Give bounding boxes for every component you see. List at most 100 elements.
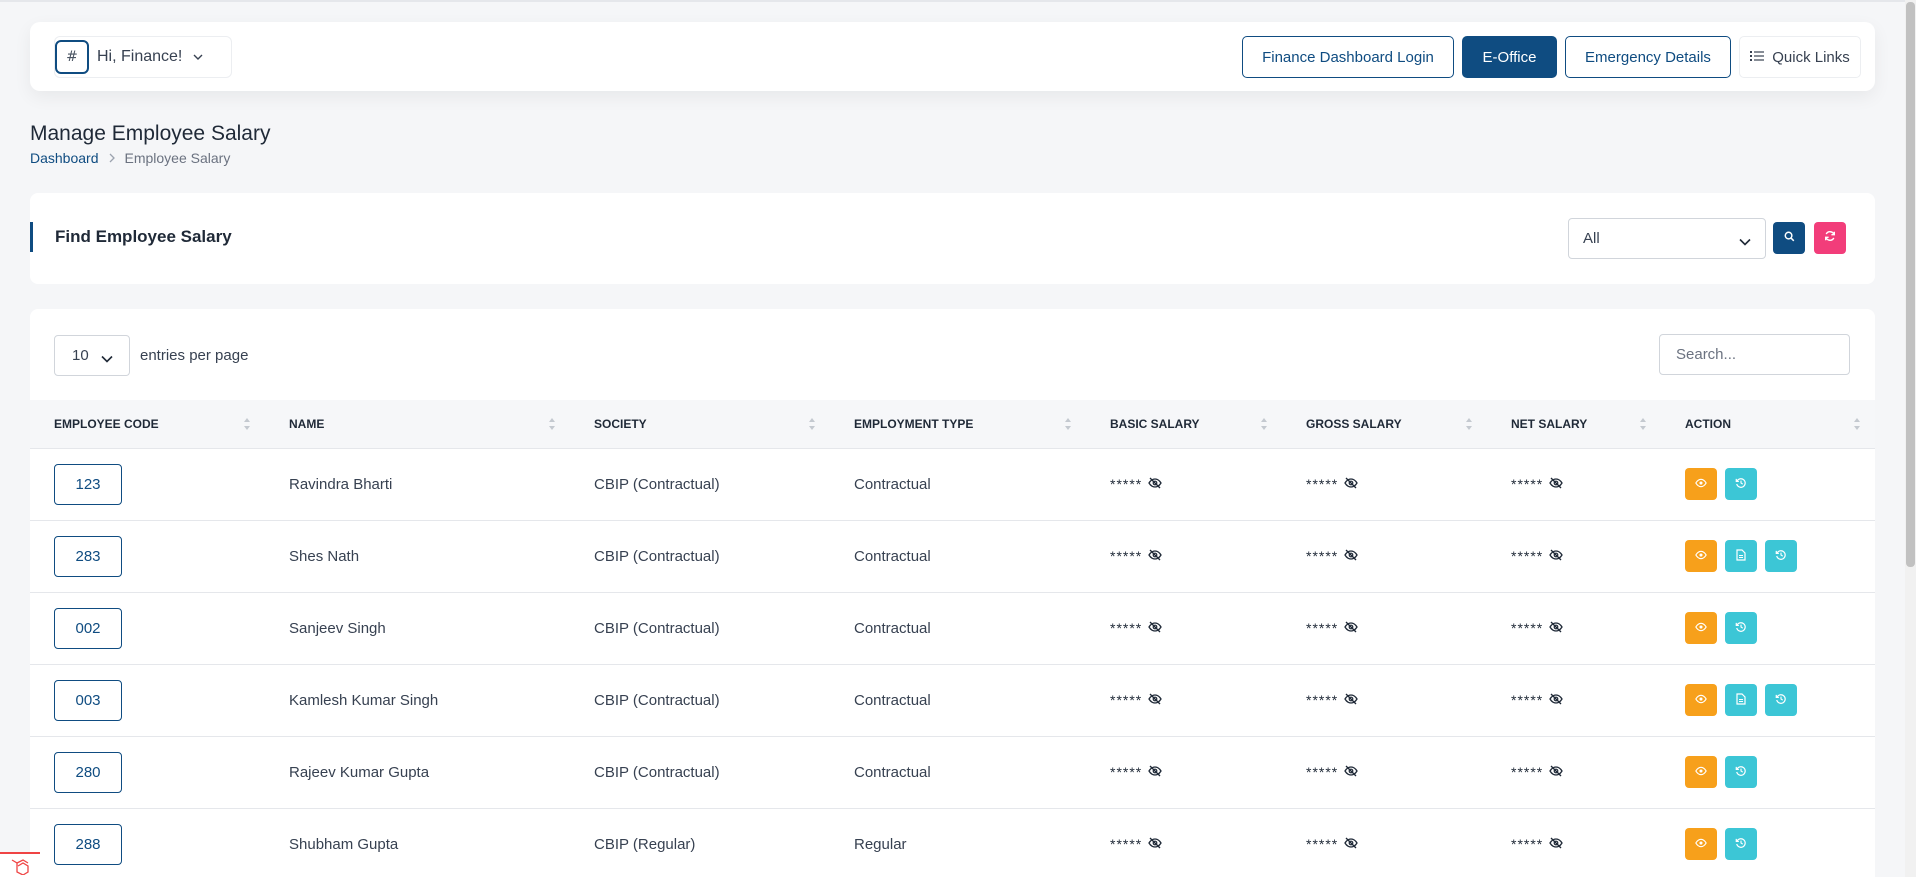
scrollbar-thumb[interactable] <box>1906 2 1915 567</box>
sort-icon <box>243 417 251 431</box>
cell-employment-type: Contractual <box>854 691 931 709</box>
gross-salary-masked[interactable]: ***** <box>1306 476 1359 492</box>
cell-actions <box>1661 736 1875 808</box>
eye-off-icon[interactable] <box>1549 620 1564 636</box>
salary-table: Employee Code Name Society Employment Ty… <box>30 400 1875 877</box>
eye-off-icon[interactable] <box>1148 548 1163 564</box>
eye-off-icon[interactable] <box>1148 476 1163 492</box>
column-header-employee-code[interactable]: Employee Code <box>30 400 265 449</box>
quick-links-button[interactable]: Quick Links <box>1739 36 1861 78</box>
basic-salary-masked[interactable]: ***** <box>1110 764 1163 780</box>
view-button[interactable] <box>1685 540 1717 572</box>
basic-salary-masked[interactable]: ***** <box>1110 836 1163 852</box>
gross-salary-masked[interactable]: ***** <box>1306 548 1359 564</box>
cell-employee-code: 283 <box>30 520 265 592</box>
user-menu[interactable]: # Hi, Finance! <box>54 36 232 78</box>
eye-off-icon[interactable] <box>1549 476 1564 492</box>
basic-salary-masked[interactable]: ***** <box>1110 476 1163 492</box>
employee-code-button[interactable]: 288 <box>54 823 122 865</box>
cell-employee-code: 280 <box>30 736 265 808</box>
basic-salary-masked[interactable]: ***** <box>1110 692 1163 708</box>
net-salary-masked[interactable]: ***** <box>1511 764 1564 780</box>
net-salary-masked[interactable]: ***** <box>1511 692 1564 708</box>
gross-salary-masked[interactable]: ***** <box>1306 620 1359 636</box>
eye-off-icon[interactable] <box>1344 476 1359 492</box>
gross-salary-masked[interactable]: ***** <box>1306 764 1359 780</box>
finance-dashboard-login-button[interactable]: Finance Dashboard Login <box>1242 36 1454 78</box>
eye-icon <box>1695 836 1707 853</box>
view-button[interactable] <box>1685 684 1717 716</box>
basic-salary-masked[interactable]: ***** <box>1110 620 1163 636</box>
cell-actions <box>1661 448 1875 520</box>
document-button[interactable] <box>1725 684 1757 716</box>
basic-salary-masked[interactable]: ***** <box>1110 548 1163 564</box>
gross-salary-masked[interactable]: ***** <box>1306 836 1359 852</box>
eye-off-icon[interactable] <box>1549 692 1564 708</box>
entries-per-page-select[interactable]: 10 <box>54 335 130 376</box>
column-header-gross-salary[interactable]: Gross Salary <box>1282 400 1487 449</box>
document-button[interactable] <box>1725 540 1757 572</box>
breadcrumb-dashboard-link[interactable]: Dashboard <box>30 150 99 166</box>
search-button[interactable] <box>1773 222 1805 254</box>
emergency-details-button[interactable]: Emergency Details <box>1565 36 1731 78</box>
eye-off-icon[interactable] <box>1344 764 1359 780</box>
eye-off-icon[interactable] <box>1549 548 1564 564</box>
column-header-action[interactable]: Action <box>1661 400 1875 449</box>
history-button[interactable] <box>1725 828 1757 860</box>
employee-code-button[interactable]: 123 <box>54 463 122 505</box>
top-header: # Hi, Finance! Finance Dashboard Login E… <box>30 22 1875 91</box>
row-actions <box>1685 756 1875 788</box>
employee-code-button[interactable]: 283 <box>54 535 122 577</box>
eye-off-icon[interactable] <box>1148 764 1163 780</box>
view-button[interactable] <box>1685 612 1717 644</box>
filter-select-value: All <box>1583 230 1600 247</box>
eye-off-icon[interactable] <box>1549 836 1564 852</box>
employee-code-button[interactable]: 002 <box>54 607 122 649</box>
history-button[interactable] <box>1725 756 1757 788</box>
society-filter-select[interactable]: All <box>1568 218 1766 259</box>
net-salary-masked[interactable]: ***** <box>1511 620 1564 636</box>
eye-off-icon[interactable] <box>1549 764 1564 780</box>
debugbar-icon[interactable] <box>0 852 40 877</box>
eye-icon <box>1695 764 1707 781</box>
row-actions <box>1685 684 1875 716</box>
table-row: 002 Sanjeev Singh CBIP (Contractual) Contra… <box>30 592 1875 664</box>
view-button[interactable] <box>1685 828 1717 860</box>
eye-off-icon[interactable] <box>1148 620 1163 636</box>
eye-off-icon[interactable] <box>1344 620 1359 636</box>
employee-code-button[interactable]: 003 <box>54 679 122 721</box>
gross-salary-masked[interactable]: ***** <box>1306 692 1359 708</box>
column-header-name[interactable]: Name <box>265 400 570 449</box>
history-button[interactable] <box>1725 612 1757 644</box>
view-button[interactable] <box>1685 756 1717 788</box>
reset-button[interactable] <box>1814 222 1846 254</box>
eye-off-icon[interactable] <box>1344 692 1359 708</box>
breadcrumb: Dashboard Employee Salary <box>30 150 230 166</box>
history-button[interactable] <box>1765 684 1797 716</box>
column-header-basic-salary[interactable]: Basic Salary <box>1086 400 1282 449</box>
net-salary-masked[interactable]: ***** <box>1511 476 1564 492</box>
sort-icon <box>1853 417 1861 431</box>
table-search-input[interactable] <box>1659 334 1850 375</box>
eye-off-icon[interactable] <box>1148 692 1163 708</box>
view-button[interactable] <box>1685 468 1717 500</box>
history-button[interactable] <box>1765 540 1797 572</box>
net-salary-masked[interactable]: ***** <box>1511 548 1564 564</box>
eoffice-button[interactable]: E-Office <box>1462 36 1557 78</box>
employee-code-button[interactable]: 280 <box>54 751 122 793</box>
chevron-down-icon <box>1739 233 1751 250</box>
filter-card: Find Employee Salary All <box>30 193 1875 284</box>
cell-actions <box>1661 808 1875 877</box>
column-header-employment-type[interactable]: Employment Type <box>830 400 1086 449</box>
page-scrollbar[interactable] <box>1905 0 1916 877</box>
eye-off-icon[interactable] <box>1344 836 1359 852</box>
net-salary-masked[interactable]: ***** <box>1511 836 1564 852</box>
eye-off-icon[interactable] <box>1344 548 1359 564</box>
sort-icon <box>548 417 556 431</box>
history-button[interactable] <box>1725 468 1757 500</box>
eye-off-icon[interactable] <box>1148 836 1163 852</box>
entries-per-page-label: entries per page <box>140 347 249 364</box>
column-header-society[interactable]: Society <box>570 400 830 449</box>
column-header-net-salary[interactable]: Net Salary <box>1487 400 1661 449</box>
sort-icon <box>1260 417 1268 431</box>
